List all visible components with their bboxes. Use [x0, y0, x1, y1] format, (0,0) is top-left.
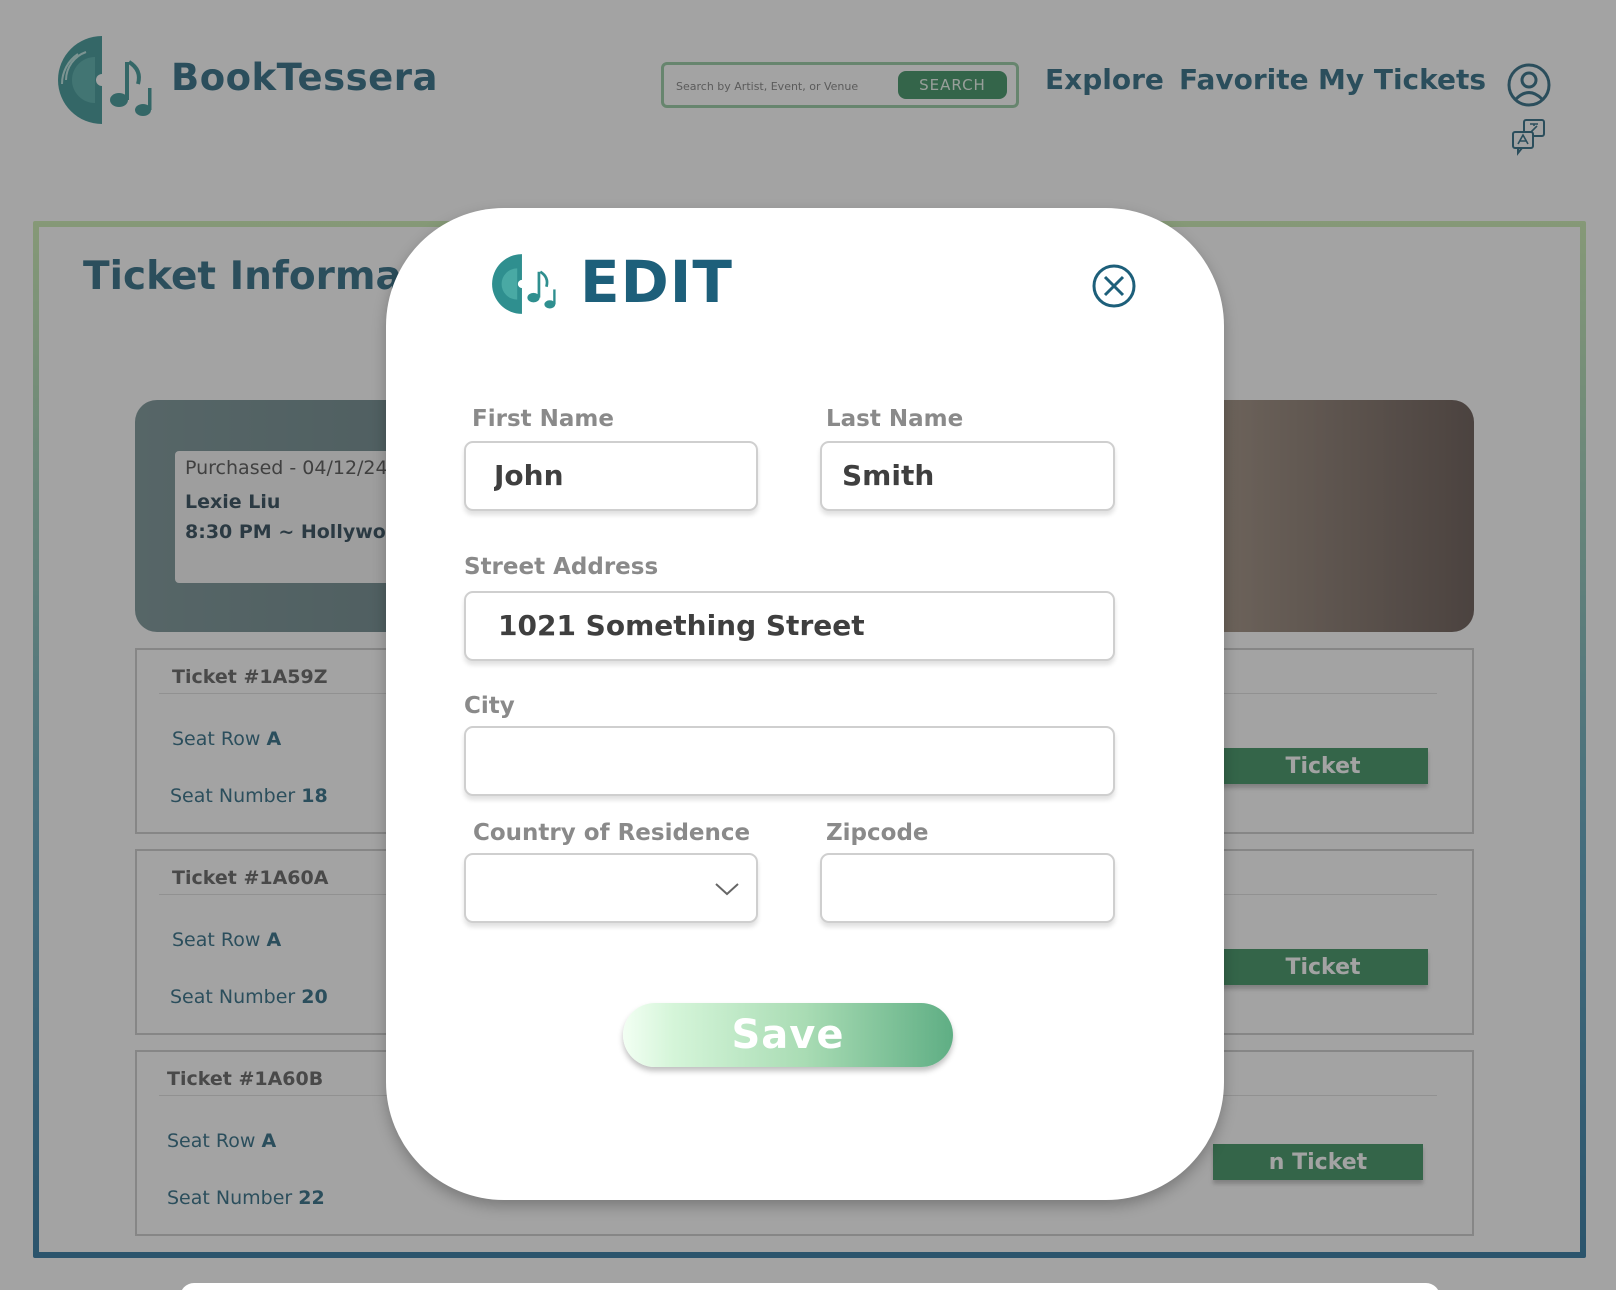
country-value [494, 855, 736, 921]
street-address-label: Street Address [464, 554, 659, 580]
close-button[interactable] [1091, 263, 1137, 309]
city-input[interactable] [494, 728, 1093, 794]
zipcode-label: Zipcode [826, 820, 929, 846]
zipcode-field [820, 853, 1115, 923]
brand-logo-icon [492, 254, 556, 314]
modal-title: EDIT [580, 248, 733, 316]
country-select[interactable] [464, 853, 758, 923]
close-icon [1092, 264, 1136, 308]
street-address-field [464, 591, 1115, 661]
street-address-input[interactable] [498, 593, 1093, 659]
city-label: City [464, 693, 515, 719]
first-name-field [464, 441, 758, 511]
edit-modal: EDIT First Name Last Name Street Address… [386, 208, 1224, 1200]
page: BookTessera SEARCH Explore Favorite My T… [0, 0, 1616, 1313]
bottom-edge-card [180, 1283, 1440, 1313]
zipcode-input[interactable] [850, 855, 1093, 921]
first-name-input[interactable] [494, 443, 736, 509]
city-field [464, 726, 1115, 796]
last-name-field [820, 441, 1115, 511]
chevron-down-icon [715, 883, 739, 896]
last-name-label: Last Name [826, 406, 964, 432]
first-name-label: First Name [472, 406, 614, 432]
country-label: Country of Residence [473, 820, 751, 846]
last-name-input[interactable] [842, 443, 1093, 509]
save-button[interactable]: Save [623, 1003, 953, 1067]
